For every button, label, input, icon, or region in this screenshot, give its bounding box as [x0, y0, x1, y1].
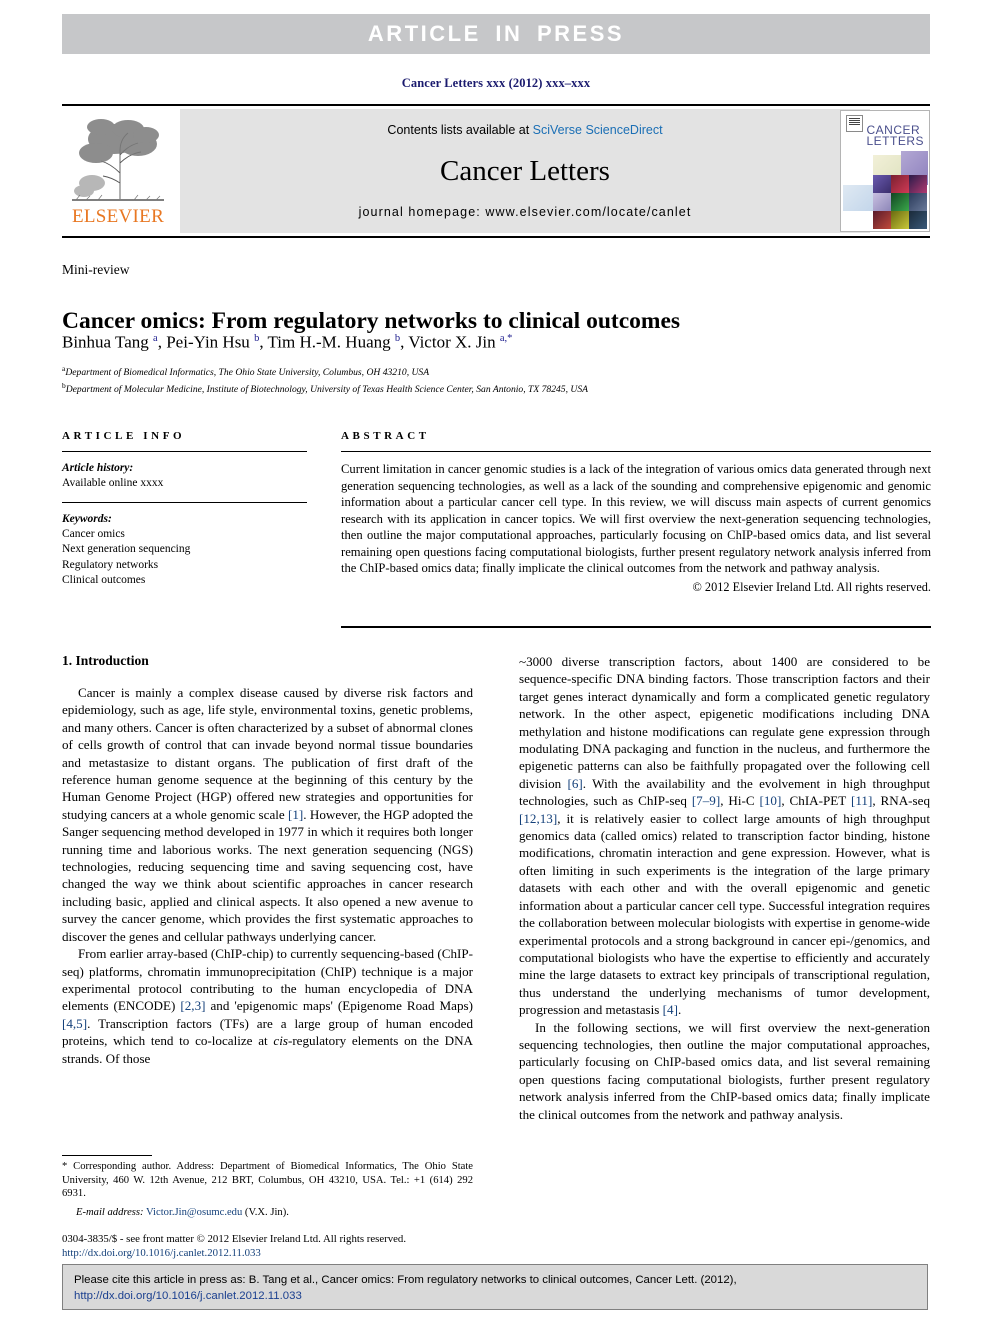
body-column-right: ~3000 diverse transcription factors, abo…	[519, 653, 930, 1123]
citation-reference[interactable]: [2,3]	[180, 998, 205, 1013]
elsevier-logo: ELSEVIER	[62, 109, 174, 233]
abstract-text: Current limitation in cancer genomic stu…	[341, 462, 931, 575]
article-info-heading: ARTICLE INFO	[62, 430, 186, 442]
cite-this-article-text: Please cite this article in press as: B.…	[74, 1273, 918, 1304]
article-in-press-label: ARTICLE IN PRESS	[367, 21, 625, 46]
abstract-heading: ABSTRACT	[341, 430, 430, 442]
affiliation-list: aDepartment of Biomedical Informatics, T…	[62, 363, 922, 396]
body-paragraph: In the following sections, we will first…	[519, 1019, 930, 1122]
affiliation-b: bDepartment of Molecular Medicine, Insti…	[62, 380, 588, 395]
article-info-rule-2	[62, 502, 307, 504]
email-owner: (V.X. Jin).	[244, 1206, 289, 1218]
contents-prefix: Contents lists available at	[387, 123, 533, 137]
issn-copyright-line: 0304-3835/$ - see front matter © 2012 El…	[62, 1233, 407, 1245]
citation-reference[interactable]: [1]	[288, 807, 303, 822]
cover-journal-title: CANCER LETTERS	[866, 124, 924, 148]
keyword-item: Next generation sequencing	[62, 543, 191, 556]
article-info-rule-1	[62, 451, 307, 452]
article-info-block: ARTICLE INFO Article history: Available …	[62, 430, 307, 588]
article-history-label: Article history:	[62, 462, 134, 474]
journal-masthead: ELSEVIER Contents lists available at Sci…	[62, 104, 930, 238]
keywords-label: Keywords:	[62, 513, 112, 526]
footnote-block: * Corresponding author. Address: Departm…	[62, 1160, 473, 1219]
citation-reference[interactable]: [12,13]	[519, 811, 557, 826]
sciencedirect-link[interactable]: SciVerse ScienceDirect	[533, 123, 663, 137]
body-paragraph: From earlier array-based (ChIP-chip) to …	[62, 946, 474, 1066]
footnote-rule	[62, 1155, 152, 1156]
affiliation-a: aDepartment of Biomedical Informatics, T…	[62, 364, 430, 379]
article-type-label: Mini-review	[62, 262, 130, 277]
citation-reference[interactable]: [4]	[663, 1002, 678, 1017]
elsevier-wordmark: ELSEVIER	[71, 206, 165, 227]
journal-title: Cancer Letters	[440, 155, 610, 187]
citation-reference[interactable]: [7–9]	[692, 793, 720, 808]
citation-reference[interactable]: [11]	[851, 793, 872, 808]
body-column-left: 1. Introduction Cancer is mainly a compl…	[62, 653, 473, 1067]
abstract-bottom-rule	[341, 626, 931, 628]
imprint-block: 0304-3835/$ - see front matter © 2012 El…	[62, 1233, 532, 1260]
contents-list-line: Contents lists available at SciVerse Sci…	[180, 123, 870, 137]
masthead-panel: Contents lists available at SciVerse Sci…	[180, 109, 870, 233]
citation-reference[interactable]: [10]	[760, 793, 782, 808]
email-label: E-mail address:	[76, 1206, 144, 1218]
cite-prefix: Please cite this article in press as: B.…	[74, 1274, 737, 1286]
abstract-rule	[341, 451, 931, 452]
citation-reference[interactable]: [6]	[568, 776, 583, 791]
body-paragraph: ~3000 diverse transcription factors, abo…	[519, 654, 930, 1018]
abstract-block: ABSTRACT Current limitation in cancer ge…	[341, 430, 931, 595]
cover-publisher-mark-icon	[846, 115, 863, 132]
keyword-item: Clinical outcomes	[62, 573, 146, 586]
paper-first-page: ARTICLE IN PRESS Cancer Letters xxx (201…	[0, 0, 992, 1323]
cite-doi-link[interactable]: http://dx.doi.org/10.1016/j.canlet.2012.…	[74, 1290, 302, 1302]
running-head: Cancer Letters xxx (2012) xxx–xxx	[401, 76, 591, 90]
citation-reference[interactable]: [4,5]	[62, 1016, 87, 1031]
affiliation-a-text: Department of Biomedical Informatics, Th…	[65, 367, 430, 379]
cover-image-grid	[873, 175, 927, 229]
article-history-value: Available online xxxx	[62, 477, 164, 489]
elsevier-tree-icon	[68, 111, 168, 206]
author-list: Binhua Tang a, Pei-Yin Hsu b, Tim H.-M. …	[62, 332, 513, 352]
doi-link[interactable]: http://dx.doi.org/10.1016/j.canlet.2012.…	[62, 1247, 532, 1261]
abstract-copyright: © 2012 Elsevier Ireland Ltd. All rights …	[692, 579, 931, 594]
cite-this-article-box: Please cite this article in press as: B.…	[62, 1264, 928, 1310]
cover-band-light	[843, 185, 873, 211]
affiliation-b-text: Department of Molecular Medicine, Instit…	[65, 383, 588, 395]
article-in-press-banner: ARTICLE IN PRESS	[62, 14, 930, 54]
journal-homepage[interactable]: journal homepage: www.elsevier.com/locat…	[180, 205, 870, 219]
email-line: E-mail address: Victor.Jin@osumc.edu (V.…	[62, 1206, 473, 1220]
keyword-item: Cancer omics	[62, 528, 125, 541]
journal-cover-thumbnail: CANCER LETTERS	[840, 110, 930, 232]
section-heading-introduction: 1. Introduction	[62, 653, 149, 668]
keyword-item: Regulatory networks	[62, 558, 159, 571]
cover-title-line2: LETTERS	[866, 134, 924, 148]
email-address-link[interactable]: Victor.Jin@osumc.edu	[146, 1207, 242, 1218]
corresponding-author-note: * Corresponding author. Address: Departm…	[62, 1161, 473, 1200]
body-paragraph: Cancer is mainly a complex disease cause…	[62, 685, 473, 944]
